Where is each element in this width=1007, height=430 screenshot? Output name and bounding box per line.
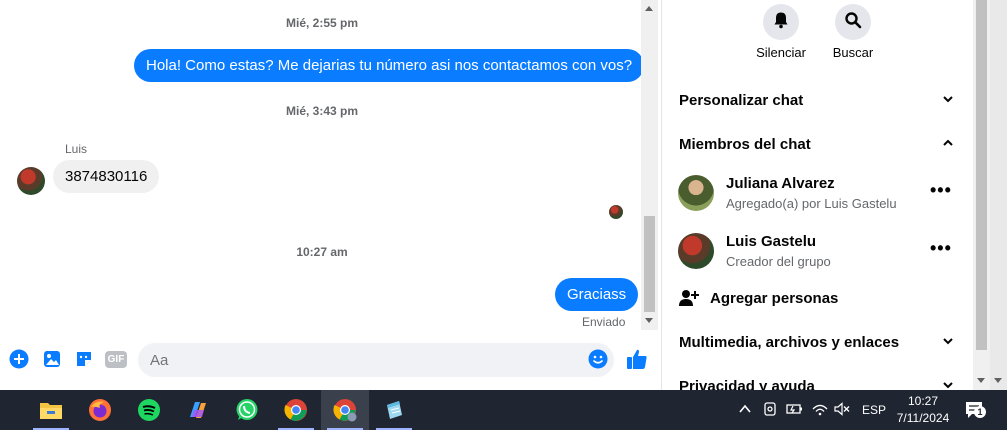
member-avatar[interactable] <box>678 175 714 211</box>
message-outgoing[interactable]: Hola! Como estas? Me dejarias tu número … <box>134 49 645 82</box>
composer: GIF <box>0 338 661 382</box>
spotify-icon[interactable] <box>125 390 173 430</box>
task-view-icon[interactable] <box>0 390 14 430</box>
scroll-thumb[interactable] <box>644 216 655 312</box>
member-subtitle: Agregado(a) por Luis Gastelu <box>726 196 897 211</box>
scroll-down-arrow[interactable] <box>994 378 1002 383</box>
add-person-icon[interactable] <box>679 289 699 312</box>
taskbar: ESP 10:27 7/11/2024 1 <box>0 390 1007 430</box>
wifi-icon[interactable] <box>812 402 828 419</box>
sent-status: Enviado <box>582 315 626 329</box>
plus-circle-icon[interactable] <box>8 348 30 370</box>
scroll-down-arrow[interactable] <box>645 318 653 323</box>
thumbs-up-icon[interactable] <box>626 348 648 370</box>
message-outgoing[interactable]: Graciass <box>555 278 639 311</box>
search-icon <box>844 11 862 34</box>
section-chat-members[interactable]: Miembros del chat <box>679 136 811 153</box>
speaker-muted-icon[interactable] <box>834 402 850 419</box>
scroll-down-arrow[interactable] <box>977 378 985 383</box>
read-receipt-avatar <box>609 205 623 219</box>
battery-icon[interactable] <box>786 402 804 419</box>
window-scrollbar[interactable] <box>990 0 1007 390</box>
gif-label: GIF <box>104 350 128 368</box>
timestamp: Mié, 3:43 pm <box>285 104 359 118</box>
whatsapp-icon[interactable] <box>223 390 271 430</box>
member-name[interactable]: Luis Gastelu <box>726 233 816 250</box>
add-people-button[interactable]: Agregar personas <box>710 290 838 307</box>
chat-info-panel: Silenciar Buscar Personalizar chat Miemb… <box>661 0 973 395</box>
search-label: Buscar <box>832 45 874 60</box>
mute-button[interactable] <box>763 4 799 40</box>
image-icon[interactable] <box>41 348 63 370</box>
chevron-up-icon[interactable] <box>738 402 752 419</box>
notification-badge: 1 <box>974 406 986 418</box>
gif-icon[interactable]: GIF <box>104 348 128 370</box>
chat-pane: Mié, 2:55 pm Hola! Como estas? Me dejari… <box>0 0 661 390</box>
clock-date[interactable]: 7/11/2024 <box>892 411 954 425</box>
more-options-icon[interactable]: ••• <box>930 238 952 259</box>
member-name[interactable]: Juliana Alvarez <box>726 175 835 192</box>
file-explorer-icon[interactable] <box>27 390 75 430</box>
chat-scrollbar[interactable] <box>641 0 658 330</box>
timestamp: 10:27 am <box>296 245 348 259</box>
firefox-icon[interactable] <box>76 390 124 430</box>
chrome-icon[interactable] <box>272 390 320 430</box>
clock-time[interactable]: 10:27 <box>896 394 950 408</box>
scroll-thumb[interactable] <box>976 0 987 350</box>
more-options-icon[interactable]: ••• <box>930 180 952 201</box>
search-button[interactable] <box>835 4 871 40</box>
member-avatar[interactable] <box>678 233 714 269</box>
message-incoming[interactable]: 3874830116 <box>53 160 160 193</box>
camera-icon[interactable] <box>762 401 778 420</box>
sticker-icon[interactable] <box>73 348 95 370</box>
language-indicator[interactable]: ESP <box>862 403 886 417</box>
section-customize-chat[interactable]: Personalizar chat <box>679 92 803 109</box>
member-subtitle: Creador del grupo <box>726 254 831 269</box>
chevron-up-icon[interactable] <box>942 136 954 152</box>
chevron-down-icon[interactable] <box>942 334 954 350</box>
info-panel-scrollbar[interactable] <box>973 0 990 390</box>
bell-icon <box>772 11 790 34</box>
notepad-icon[interactable] <box>370 390 418 430</box>
section-media-files-links[interactable]: Multimedia, archivos y enlaces <box>679 334 899 351</box>
chrome-profile-icon[interactable] <box>321 390 369 430</box>
copilot-icon[interactable] <box>174 390 222 430</box>
chevron-down-icon[interactable] <box>942 92 954 108</box>
scroll-up-arrow[interactable] <box>645 6 653 11</box>
sender-name: Luis <box>65 142 88 156</box>
timestamp: Mié, 2:55 pm <box>285 16 359 30</box>
avatar[interactable] <box>17 167 45 195</box>
mute-label: Silenciar <box>756 45 806 60</box>
message-input[interactable] <box>138 343 614 377</box>
emoji-icon[interactable] <box>587 348 609 370</box>
